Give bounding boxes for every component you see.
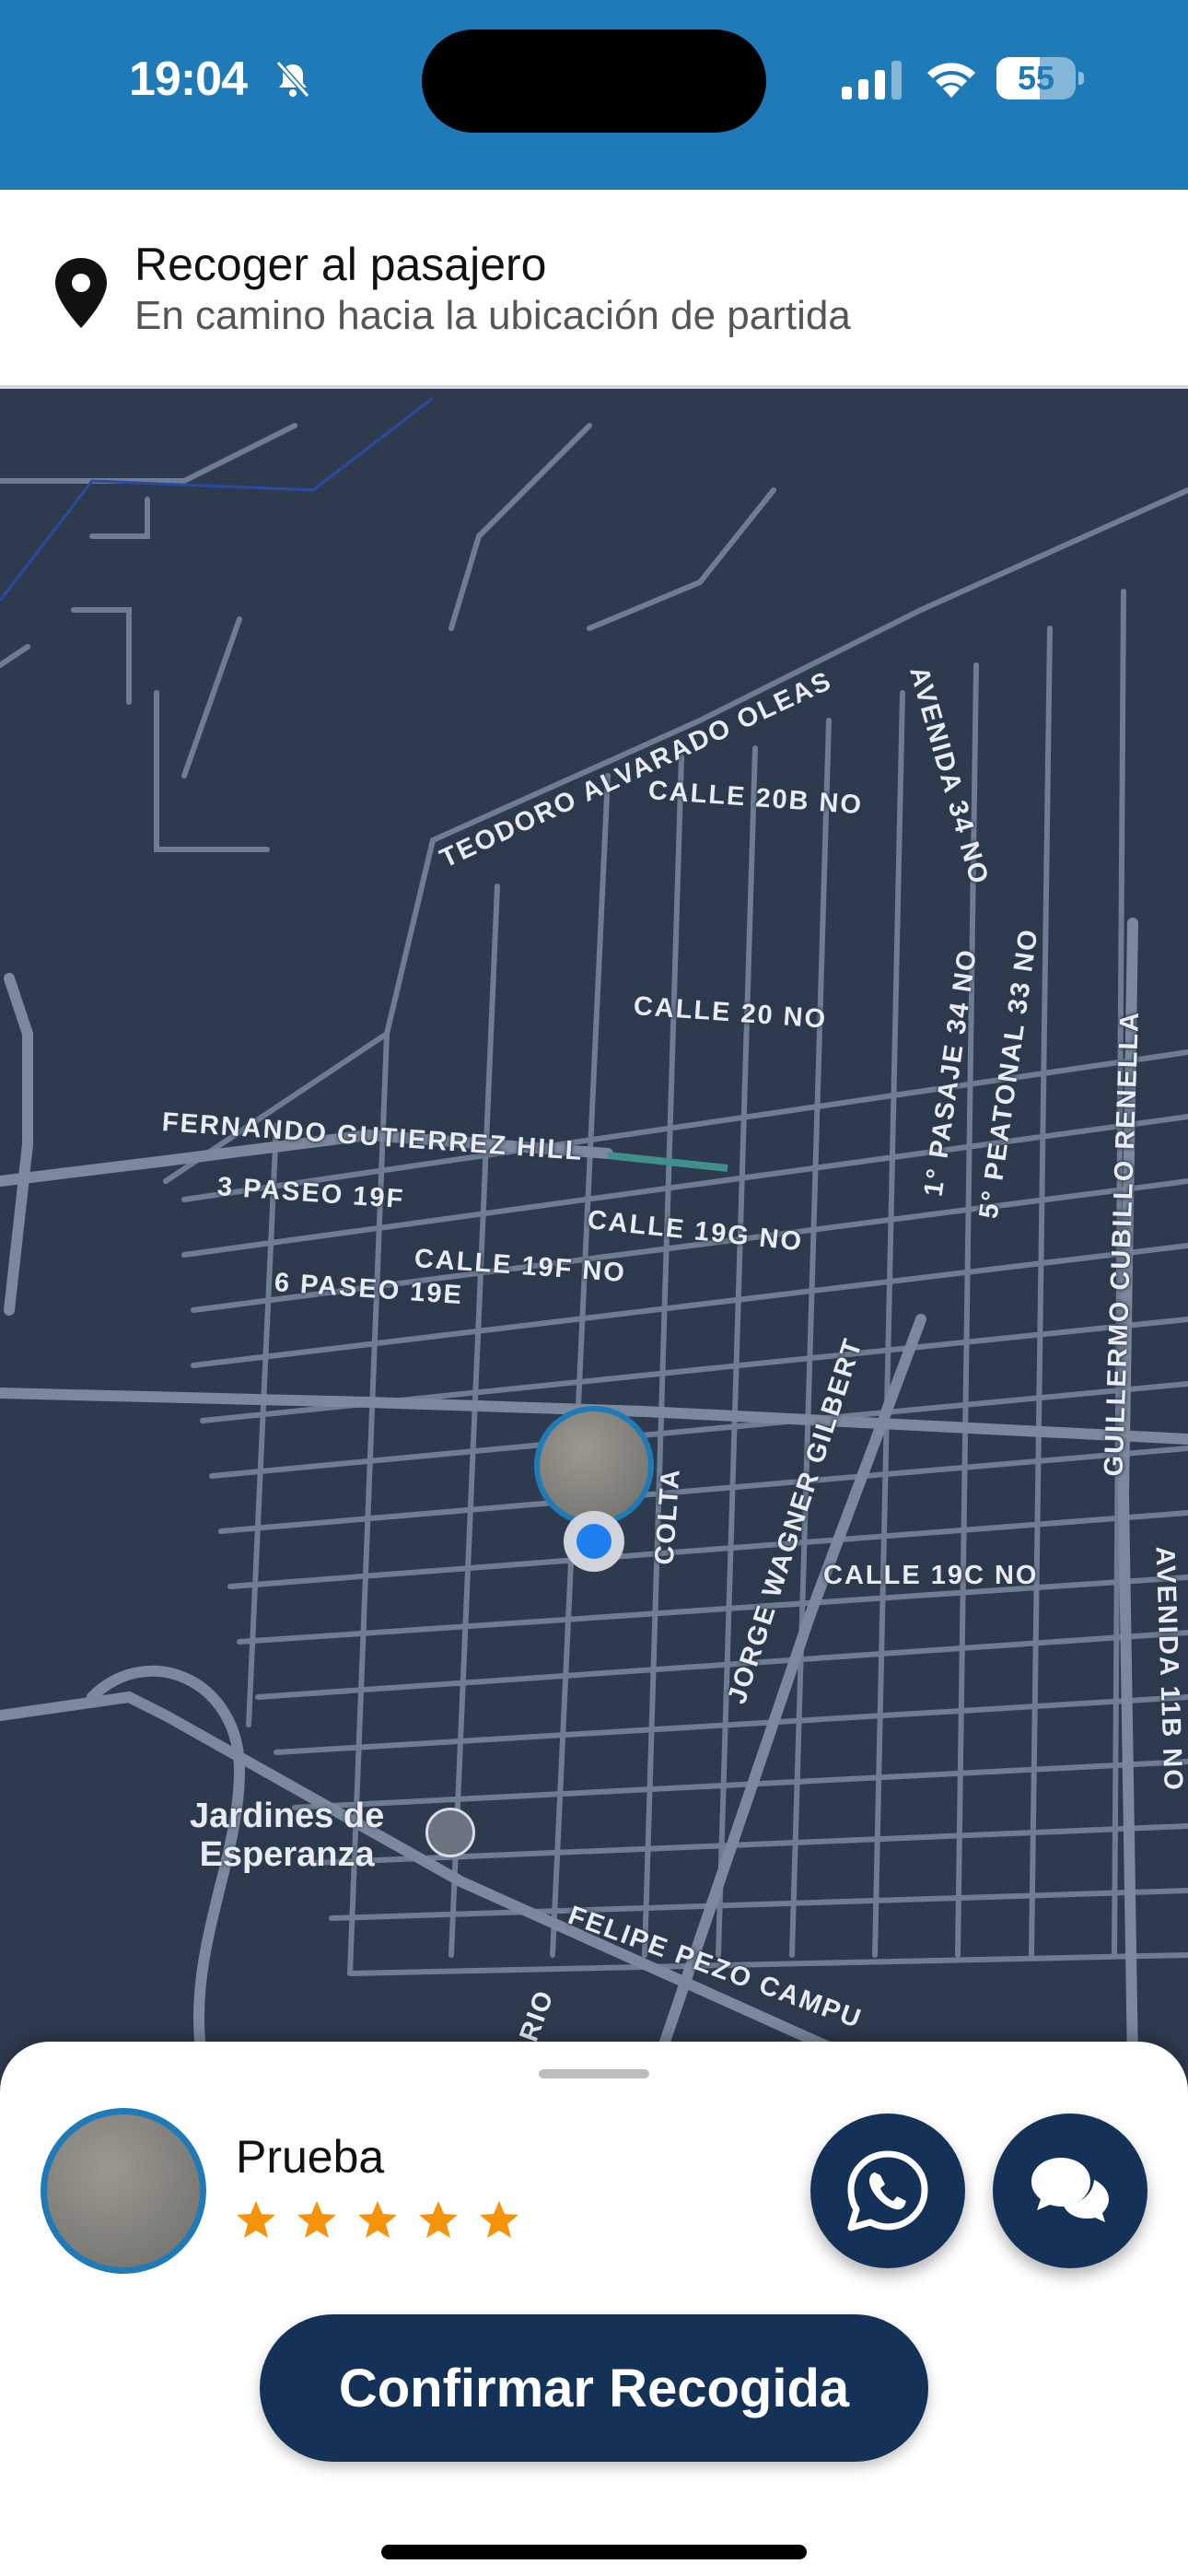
passenger-location-marker[interactable] [534,1406,654,1526]
passenger-photo [534,1406,654,1526]
battery-percent: 55 [1017,59,1055,97]
status-time: 19:04 [129,53,248,106]
whatsapp-button[interactable] [810,2113,965,2268]
poi-name-line1: Jardines de [190,1797,385,1835]
confirm-pickup-button[interactable]: Confirmar Recogida [260,2314,928,2462]
cemetery-icon[interactable] [425,1808,475,1857]
star-icon [297,2201,336,2238]
passenger-name: Prueba [236,2131,385,2183]
wifi-icon [927,63,975,98]
trip-status-title: Recoger al pasajero [134,239,547,290]
trip-status-header: Recoger al pasajero En camino hacia la u… [0,190,1188,389]
sheet-drag-handle[interactable] [539,2069,649,2078]
poi-label[interactable]: Jardines de Esperanza [190,1797,384,1874]
passenger-avatar [41,2108,206,2274]
location-pin-icon [55,258,107,328]
star-icon [480,2201,518,2238]
passenger-sheet: Prueba Confirmar Recogida [0,2042,1188,2576]
chat-bubbles-icon [1031,2158,1109,2222]
dynamic-island [422,29,766,133]
bell-slash-icon [275,61,310,98]
passenger-rating [234,2198,521,2242]
battery-icon: 55 [996,57,1085,100]
street-label: CALLE 19C NO [823,1561,1039,1590]
home-indicator[interactable] [381,2545,807,2559]
cellular-signal-icon [842,61,902,100]
poi-name-line2: Esperanza [199,1835,375,1874]
current-location-dot [564,1511,624,1572]
status-bar: 19:04 55 [0,0,1188,190]
star-icon [419,2201,458,2238]
star-icon [237,2201,275,2238]
map-view[interactable]: TEODORO ALVARADO OLEAS CALLE 20B NO AVEN… [0,389,1188,2064]
whatsapp-icon [847,2150,928,2231]
chat-button[interactable] [993,2113,1147,2268]
star-icon [358,2201,397,2238]
trip-status-subtitle: En camino hacia la ubicación de partida [134,293,851,338]
